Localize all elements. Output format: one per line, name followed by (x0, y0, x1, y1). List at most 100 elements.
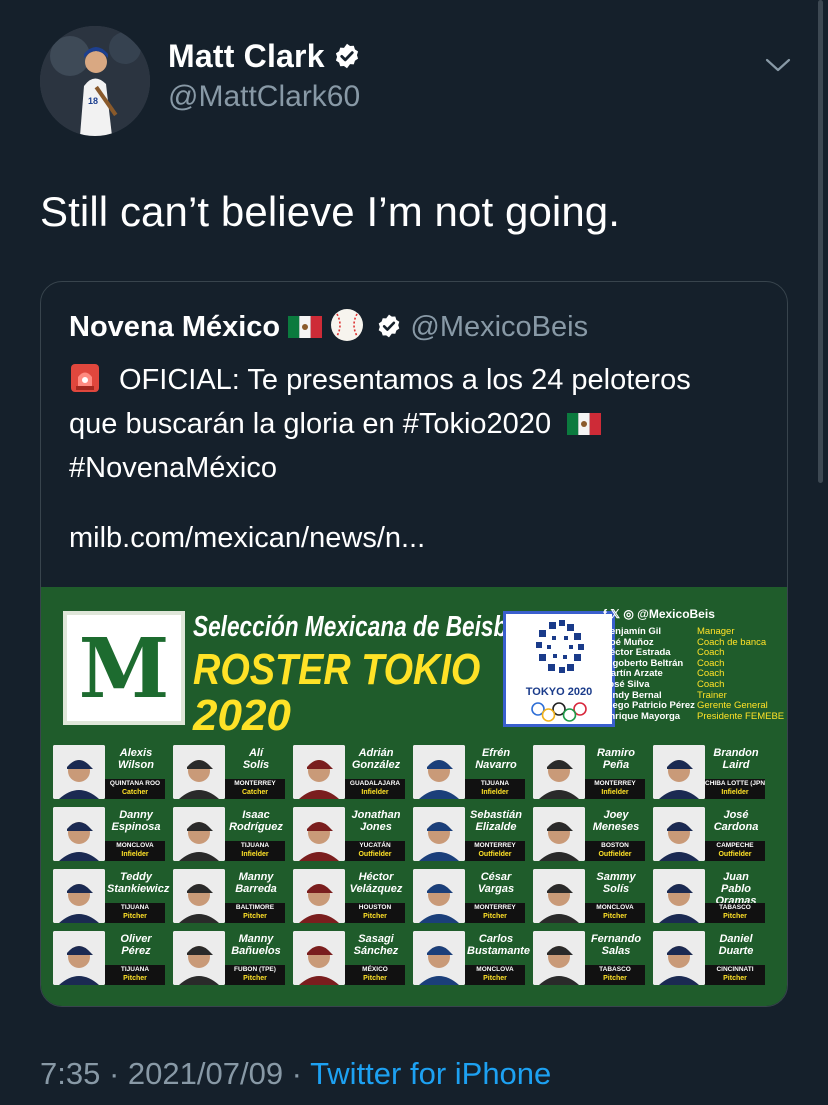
player-name: Manny Barreda (227, 871, 285, 895)
quoted-tweet-card[interactable]: Novena México @MexicoBeis OFICIAL: Te pr… (40, 281, 788, 1007)
tokyo-2020-emblem: TOKYO 2020 (503, 611, 615, 727)
player-last-name: Elizalde (475, 821, 517, 833)
player-first-name: Ramiro (597, 747, 635, 759)
player-position: Pitcher (363, 975, 387, 982)
player-name: Carlos Bustamante (467, 933, 530, 957)
player-first-name: Sammy (596, 871, 636, 883)
player-photo (413, 931, 465, 985)
tokyo-2020-checker-icon (536, 620, 584, 673)
player-last-name: Jones (360, 821, 392, 833)
player-name: Alexis Wilson (107, 747, 165, 771)
player-last-name: Duarte (718, 945, 754, 957)
staff-name: Héctor Estrada (603, 647, 671, 659)
author-handle[interactable]: @MattClark60 (168, 80, 360, 114)
player-info-bar: HOUSTON Pitcher (345, 903, 405, 923)
player-position: Pitcher (483, 975, 507, 982)
player-photo (653, 745, 705, 799)
player-card: Manny Bañuelos FUBON (TPE) Pitcher (173, 931, 285, 985)
player-first-name: Efrén (481, 747, 511, 759)
player-info-bar: CHIBA LOTTE (JPN) Infielder (705, 779, 765, 799)
player-info-bar: TIJUANA Infielder (225, 841, 285, 861)
player-first-name: Danny (119, 809, 153, 821)
player-info-bar: MONTERREY Catcher (225, 779, 285, 799)
tweet-source-link[interactable]: Twitter for iPhone (310, 1056, 551, 1091)
player-info-bar: MONTERREY Outfielder (465, 841, 525, 861)
player-info-bar: MÉXICO Pitcher (345, 965, 405, 985)
player-position: Outfielder (718, 851, 752, 858)
player-photo (293, 745, 345, 799)
player-team: MÉXICO (362, 966, 388, 973)
staff-name: José Silva (603, 678, 650, 690)
player-photo (653, 931, 705, 985)
quote-header: Novena México @MexicoBeis (69, 308, 588, 344)
player-card: Jonathan Jones YUCATÁN Outfielder (293, 807, 405, 861)
player-name: Alí Solís (227, 747, 285, 771)
player-card: Manny Barreda BALTIMORE Pitcher (173, 869, 285, 923)
lmb-logo: M (63, 611, 185, 725)
player-first-name: Manny (238, 933, 274, 945)
quote-display-name: Novena México (69, 311, 281, 343)
author-name-text[interactable]: Matt Clark (168, 38, 325, 74)
player-position: Infielder (601, 789, 629, 796)
player-team: FUBON (TPE) (234, 966, 276, 973)
player-card: César Vargas MONTERREY Pitcher (413, 869, 525, 923)
player-photo (533, 869, 585, 923)
player-photo (653, 869, 705, 923)
player-first-name: Alí (248, 747, 264, 759)
player-position: Pitcher (363, 913, 387, 920)
chevron-down-icon[interactable] (762, 48, 794, 80)
player-photo (293, 807, 345, 861)
player-info-bar: GUADALAJARA Infielder (345, 779, 405, 799)
staff-role: Presidente FEMEBE (697, 710, 785, 722)
player-info-bar: TIJUANA Pitcher (105, 965, 165, 985)
player-name: Juan Pablo Oramas (707, 871, 765, 907)
player-info-bar: BALTIMORE Pitcher (225, 903, 285, 923)
player-first-name: Manny (238, 871, 274, 883)
player-first-name: César (480, 871, 512, 883)
scrollbar[interactable] (818, 0, 823, 483)
player-first-name: Oliver (120, 933, 152, 945)
player-last-name: Cardona (713, 821, 759, 833)
quote-verified-badge-icon (376, 313, 402, 339)
staff-role: Coach (697, 678, 725, 690)
player-first-name: Carlos (478, 933, 514, 945)
quote-line-3[interactable]: #NovenaMéxico (69, 446, 769, 490)
player-team: MONTERREY (474, 842, 516, 849)
player-info-bar: TIJUANA Infielder (465, 779, 525, 799)
player-photo (173, 931, 225, 985)
quote-link[interactable]: milb.com/mexican/news/n... (69, 522, 425, 555)
player-team: MONCLOVA (116, 842, 154, 849)
player-first-name: Sebastián (470, 809, 522, 821)
author-display-name[interactable]: Matt Clark (168, 38, 361, 75)
roster-image[interactable]: M Selección Mexicana de Beisbol ROSTER T… (41, 587, 787, 1006)
player-first-name: Alexis (119, 747, 153, 759)
player-info-bar: MONCLOVA Infielder (105, 841, 165, 861)
player-position: Outfielder (358, 851, 392, 858)
player-position: Infielder (481, 789, 509, 796)
staff-list: Benjamín Gil Manager Noé Muñoz Coach de ban… (603, 626, 784, 722)
player-card: Efrén Navarro TIJUANA Infielder (413, 745, 525, 799)
player-first-name: Adrián (358, 747, 394, 759)
player-team: TIJUANA (240, 842, 270, 849)
staff-name: Diego Patricio Pérez (603, 700, 695, 712)
player-team: BOSTON (601, 842, 629, 849)
player-name: Teddy Stankiewicz (107, 871, 169, 895)
siren-icon (69, 362, 101, 394)
player-photo (173, 807, 225, 861)
player-team: TIJUANA (480, 780, 510, 787)
player-card: Sammy Solís MONCLOVA Pitcher (533, 869, 645, 923)
player-info-bar: TABASCO Pitcher (705, 903, 765, 923)
author-avatar[interactable]: 18 (40, 26, 150, 136)
player-info-bar: MONTERREY Infielder (585, 779, 645, 799)
quote-handle: @MexicoBeis (410, 311, 589, 343)
player-info-bar: BOSTON Outfielder (585, 841, 645, 861)
player-first-name: Héctor (358, 871, 394, 883)
player-photo (413, 807, 465, 861)
verified-badge-icon (333, 41, 361, 69)
player-last-name: Wilson (118, 759, 154, 771)
player-name: Adrián González (347, 747, 405, 771)
player-team: QUINTANA ROO (109, 780, 161, 787)
player-position: Outfielder (478, 851, 512, 858)
meta-separator-1: · (100, 1056, 128, 1091)
player-position: Pitcher (243, 913, 267, 920)
